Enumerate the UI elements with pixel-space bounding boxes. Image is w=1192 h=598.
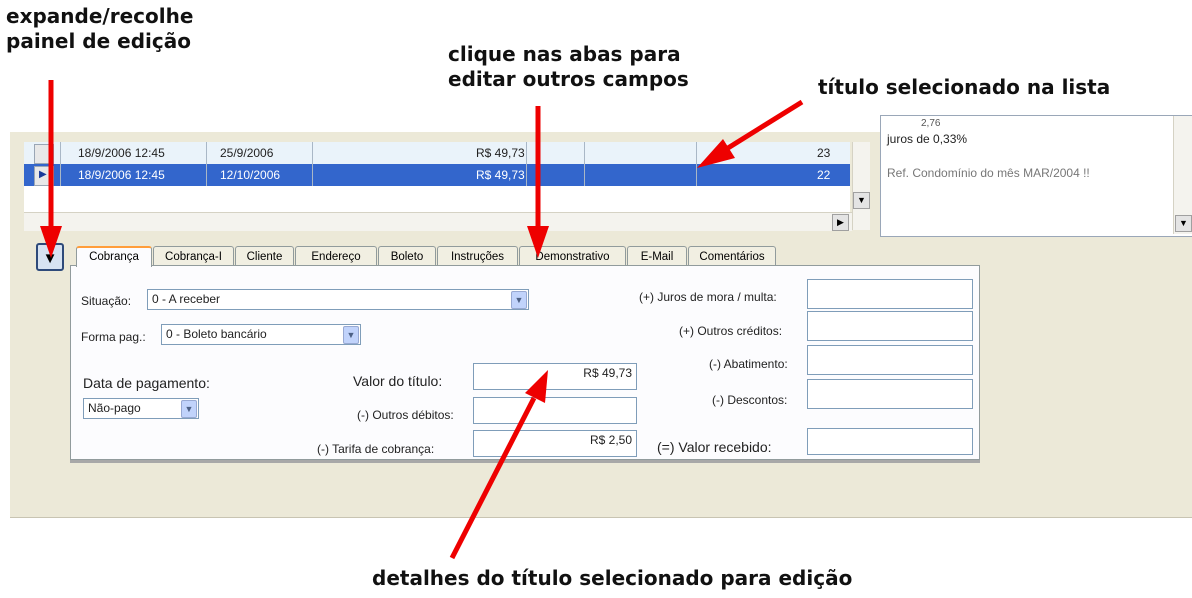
arrow-selected [697,99,804,168]
arrow-tabs [527,106,549,258]
arrow-expand [40,80,62,258]
arrow-details [449,370,548,560]
annotation-arrows [40,80,804,560]
tab-cobranca[interactable]: Cobrança [76,246,152,267]
